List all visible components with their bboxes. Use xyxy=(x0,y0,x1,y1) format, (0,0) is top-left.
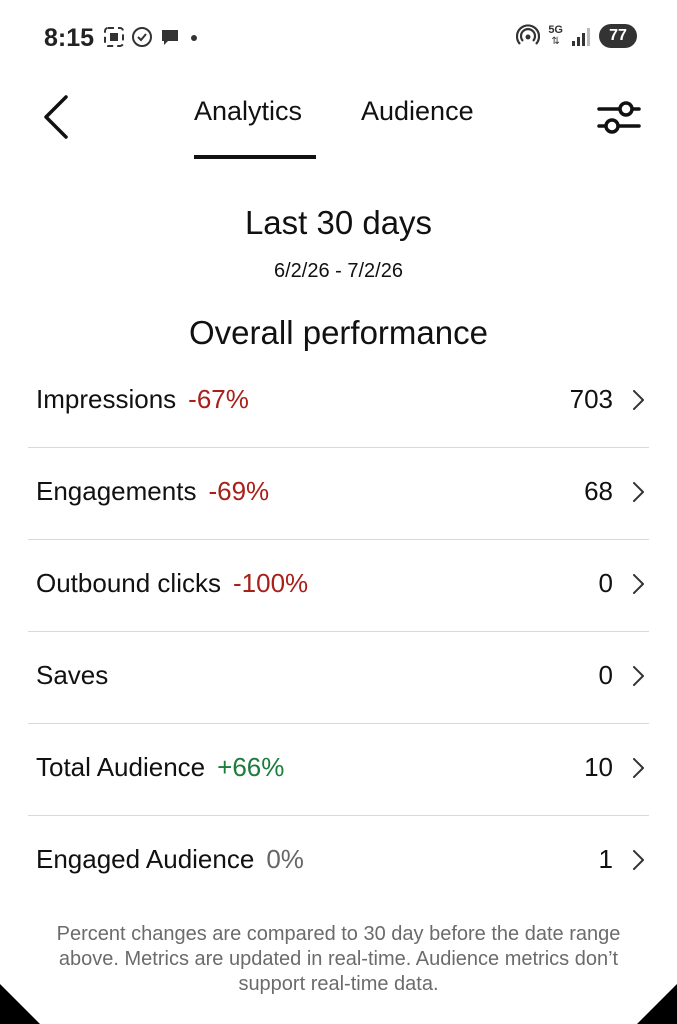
screen-corner xyxy=(637,984,677,1024)
hotspot-icon xyxy=(516,24,541,45)
metric-label-group: Impressions -67% xyxy=(36,384,249,415)
metric-value: 1 xyxy=(598,844,613,874)
metric-label: Impressions xyxy=(36,384,177,414)
date-range-dates: 6/2/26 - 7/2/26 xyxy=(274,260,403,282)
network-label: 5G xyxy=(548,24,563,36)
date-range-title: Last 30 days xyxy=(244,204,433,241)
battery-icon: 77 xyxy=(599,24,637,48)
metric-label-group: Engaged Audience 0% xyxy=(36,844,304,875)
metric-change: -100% xyxy=(232,568,309,598)
metric-change: +66% xyxy=(217,752,285,782)
section-title: Overall performance xyxy=(189,314,488,351)
dot-icon xyxy=(191,35,197,41)
metric-value: 10 xyxy=(584,752,613,782)
metric-label: Total Audience xyxy=(36,752,206,782)
metric-label-group: Outbound clicks -100% xyxy=(36,568,308,599)
tab-audience[interactable]: Audience xyxy=(361,96,474,127)
metric-label: Saves xyxy=(36,660,109,690)
chevron-right-icon xyxy=(633,850,644,870)
metrics-list: Impressions -67% 703 Engagements -69% 68 Outbo… xyxy=(28,356,649,907)
header: Analytics Audience xyxy=(0,80,677,162)
metric-row-impressions[interactable]: Impressions -67% 703 xyxy=(28,356,649,448)
metric-row-outbound-clicks[interactable]: Outbound clicks -100% 0 xyxy=(28,540,649,632)
analytics-screen: 8:15 5G ⇅ 77 Analytics Audience Last 30 … xyxy=(0,0,677,1024)
chevron-right-icon xyxy=(633,758,644,778)
metric-label: Outbound clicks xyxy=(36,568,221,598)
metric-label: Engagements xyxy=(36,476,197,506)
status-time: 8:15 xyxy=(44,24,95,52)
chevron-right-icon xyxy=(633,482,644,502)
shield-icon xyxy=(132,27,152,47)
metric-row-engagements[interactable]: Engagements -69% 68 xyxy=(28,448,649,540)
chevron-right-icon xyxy=(633,574,644,594)
metric-label-group: Engagements -69% xyxy=(36,476,269,507)
filter-sliders-icon xyxy=(597,101,641,134)
chevron-right-icon xyxy=(633,390,644,410)
metric-row-total-audience[interactable]: Total Audience +66% 10 xyxy=(28,724,649,816)
signal-icon xyxy=(572,28,590,46)
status-bar: 8:15 5G ⇅ 77 xyxy=(0,0,677,80)
metric-value: 0 xyxy=(598,660,613,690)
metric-change: -67% xyxy=(188,384,249,414)
filter-button[interactable] xyxy=(595,98,643,138)
metric-row-saves[interactable]: Saves 0 xyxy=(28,632,649,724)
metric-label-group: Saves xyxy=(36,660,108,691)
metric-value: 0 xyxy=(598,568,613,598)
metric-value: 68 xyxy=(584,476,613,506)
footnote: Percent changes are compared to 30 day b… xyxy=(56,923,621,995)
active-tab-indicator xyxy=(194,155,316,159)
metric-label: Engaged Audience xyxy=(36,844,255,874)
chat-icon xyxy=(162,30,178,45)
back-button[interactable] xyxy=(32,90,80,144)
metric-value: 703 xyxy=(569,384,613,414)
tab-analytics[interactable]: Analytics xyxy=(194,96,302,127)
notification-icons xyxy=(103,26,201,48)
system-icons: 5G ⇅ 77 xyxy=(516,24,637,48)
screen-corner xyxy=(0,984,40,1024)
chevron-right-icon xyxy=(633,666,644,686)
metric-label-group: Total Audience +66% xyxy=(36,752,284,783)
metric-change: -69% xyxy=(208,476,270,506)
back-arrow-icon xyxy=(44,95,68,139)
metric-row-engaged-audience[interactable]: Engaged Audience 0% 1 xyxy=(28,816,649,907)
screenshot-icon xyxy=(104,27,124,47)
network-type-icon: 5G ⇅ xyxy=(548,24,563,48)
metric-change: 0% xyxy=(266,844,304,874)
